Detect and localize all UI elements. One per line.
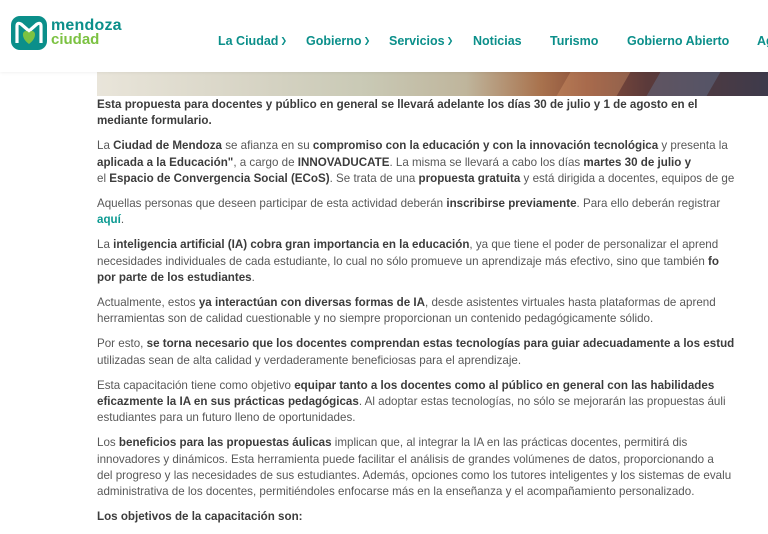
body-text: . Se trata de una: [329, 171, 419, 185]
site-header: mendoza ciudad La Ciudad ❯ Gobierno ❯ Serv…: [0, 0, 768, 72]
bold-text: inteligencia artificial (IA) cobra gran …: [113, 238, 470, 252]
paragraph-line: herramientas son de calidad cuestionable…: [97, 312, 653, 325]
nav-label: Gobierno: [306, 34, 362, 48]
paragraph-line: estudiantes para un futuro lleno de opor…: [97, 411, 355, 424]
body-text: innovadores y dinámicos. Esta herramient…: [97, 452, 714, 466]
bold-text: aplicada a la Educación": [97, 155, 234, 169]
paragraph-line: por parte de los estudiantes.: [97, 271, 255, 284]
body-text: y presenta la: [658, 139, 728, 153]
paragraph-line: Aquellas personas que deseen participar …: [97, 197, 720, 210]
chevron-down-icon: ❯: [280, 36, 288, 45]
body-text: herramientas son de calidad cuestionable…: [97, 312, 654, 326]
bold-text: INNOVADUCATE: [297, 155, 390, 169]
paragraph-line: el Espacio de Convergencia Social (ECoS)…: [97, 172, 734, 185]
article-paragraph: Los beneficios para las propuestas áulic…: [97, 435, 768, 500]
article-paragraph: La Ciudad de Mendoza se afianza en su co…: [97, 138, 768, 187]
bold-text: inscribirse previamente: [446, 197, 577, 211]
article-paragraph: Esta capacitación tiene como objetivo eq…: [97, 378, 768, 427]
bold-text: equipar tanto a los docentes como al púb…: [294, 378, 715, 392]
bold-text: compromiso con la educación y con la inn…: [312, 139, 659, 153]
chevron-down-icon: ❯: [363, 36, 371, 45]
register-link[interactable]: aquí: [97, 213, 121, 226]
paragraph-line: Actualmente, estos ya interactúan con di…: [97, 296, 716, 309]
paragraph-line: del progreso y las necesidades de sus es…: [97, 469, 731, 482]
nav-turismo[interactable]: Turismo: [550, 34, 598, 48]
body-text: implican que, al integrar la IA en las p…: [331, 436, 688, 450]
body-text: . La misma se llevará a cabo los días: [389, 155, 584, 169]
article-paragraph: Aquellas personas que deseen participar …: [97, 196, 768, 228]
article-paragraph: La inteligencia artificial (IA) cobra gr…: [97, 237, 768, 286]
objectives-heading: Los objetivos de la capacitación son:: [97, 510, 303, 524]
paragraph-line: Por esto, se torna necesario que los doc…: [97, 337, 734, 350]
body-text: estudiantes para un futuro lleno de opor…: [97, 411, 356, 425]
paragraph-line: Los beneficios para las propuestas áulic…: [97, 436, 687, 449]
nav-label: Turismo: [550, 34, 599, 48]
bold-text: Espacio de Convergencia Social (ECoS): [109, 171, 330, 185]
bold-text: martes 30 de julio y: [583, 155, 692, 169]
body-text: , ya que tiene el poder de personalizar …: [469, 238, 719, 252]
body-text: , a cargo de: [233, 155, 298, 169]
nav-label: La Ciudad: [218, 34, 279, 48]
bold-text: eficazmente la IA en sus prácticas pedag…: [97, 395, 359, 409]
paragraph-line: utilizadas sean de alta calidad y verdad…: [97, 354, 521, 367]
body-text: se afianza en su: [221, 139, 313, 153]
body-text: Actualmente, estos: [97, 296, 199, 310]
article-body: Esta propuesta para docentes y público e…: [97, 97, 768, 534]
bold-text: mediante formulario.: [97, 114, 212, 128]
nav-gobierno[interactable]: Gobierno ❯: [306, 34, 370, 48]
body-text: La: [97, 139, 114, 153]
nav-label: Gobierno Abierto: [627, 34, 730, 48]
body-text: Por esto,: [97, 337, 147, 351]
paragraph-line: administrativa de los docentes, permitié…: [97, 485, 694, 498]
logo-wordmark-line2: ciudad: [51, 31, 100, 48]
nav-label: Servicios: [389, 34, 445, 48]
chevron-down-icon: ❯: [446, 36, 454, 45]
nav-label: Ag: [757, 34, 768, 48]
body-text: La: [97, 238, 114, 252]
bold-text: propuesta gratuita: [418, 171, 521, 185]
article-paragraph: Por esto, se torna necesario que los doc…: [97, 336, 768, 368]
body-text: Esta capacitación tiene como objetivo: [97, 378, 295, 392]
nav-agenda-truncated[interactable]: Ag: [757, 34, 768, 48]
paragraph-line: mediante formulario.: [97, 114, 212, 127]
article-paragraph: Esta propuesta para docentes y público e…: [97, 97, 768, 129]
body-text: y está dirigida a docentes, equipos de g…: [520, 171, 735, 185]
nav-gobierno-abierto[interactable]: Gobierno Abierto: [627, 34, 729, 48]
bold-text: por parte de los estudiantes: [97, 270, 252, 284]
body-text: .: [120, 213, 125, 227]
paragraph-line: Esta capacitación tiene como objetivo eq…: [97, 379, 714, 392]
bold-text: beneficios para las propuestas áulicas: [118, 436, 332, 450]
body-text: .: [251, 270, 255, 284]
paragraph-line: La inteligencia artificial (IA) cobra gr…: [97, 238, 718, 251]
nav-noticias[interactable]: Noticias: [473, 34, 522, 48]
paragraph-line: eficazmente la IA en sus prácticas pedag…: [97, 395, 726, 408]
site-logo[interactable]: mendoza ciudad: [11, 16, 122, 50]
paragraph-line: necesidades individuales de cada estudia…: [97, 255, 719, 268]
body-text: necesidades individuales de cada estudia…: [97, 254, 708, 268]
paragraph-line: La Ciudad de Mendoza se afianza en su co…: [97, 139, 728, 152]
nav-label: Noticias: [473, 34, 522, 48]
article-paragraph: Actualmente, estos ya interactúan con di…: [97, 295, 768, 327]
body-text: . Al adoptar estas tecnologías, no sólo …: [358, 395, 726, 409]
nav-la-ciudad[interactable]: La Ciudad ❯: [218, 34, 287, 48]
bold-text: fo: [708, 254, 719, 268]
bold-text: se torna necesario que los docentes comp…: [146, 337, 735, 351]
body-text: del progreso y las necesidades de sus es…: [97, 468, 732, 482]
bold-text: ya interactúan con diversas formas de IA: [198, 296, 425, 310]
paragraph-line: aplicada a la Educación", a cargo de INN…: [97, 156, 691, 169]
body-text: Los: [97, 436, 119, 450]
mendoza-logo-icon: [11, 16, 47, 50]
bold-text: Ciudad de Mendoza: [113, 139, 222, 153]
body-text: administrativa de los docentes, permitié…: [97, 485, 695, 499]
body-text: el: [97, 171, 110, 185]
body-text: utilizadas sean de alta calidad y verdad…: [97, 353, 522, 367]
nav-servicios[interactable]: Servicios ❯: [389, 34, 453, 48]
bold-text: Esta propuesta para docentes y público e…: [97, 98, 698, 111]
paragraph-line: aquí.: [97, 213, 124, 226]
paragraph-line: innovadores y dinámicos. Esta herramient…: [97, 453, 714, 466]
paragraph-line: Esta propuesta para docentes y público e…: [97, 98, 698, 111]
body-text: Aquellas personas que deseen participar …: [97, 197, 447, 211]
body-text: , desde asistentes virtuales hasta plata…: [425, 296, 716, 310]
body-text: . Para ello deberán registrar: [576, 197, 721, 211]
